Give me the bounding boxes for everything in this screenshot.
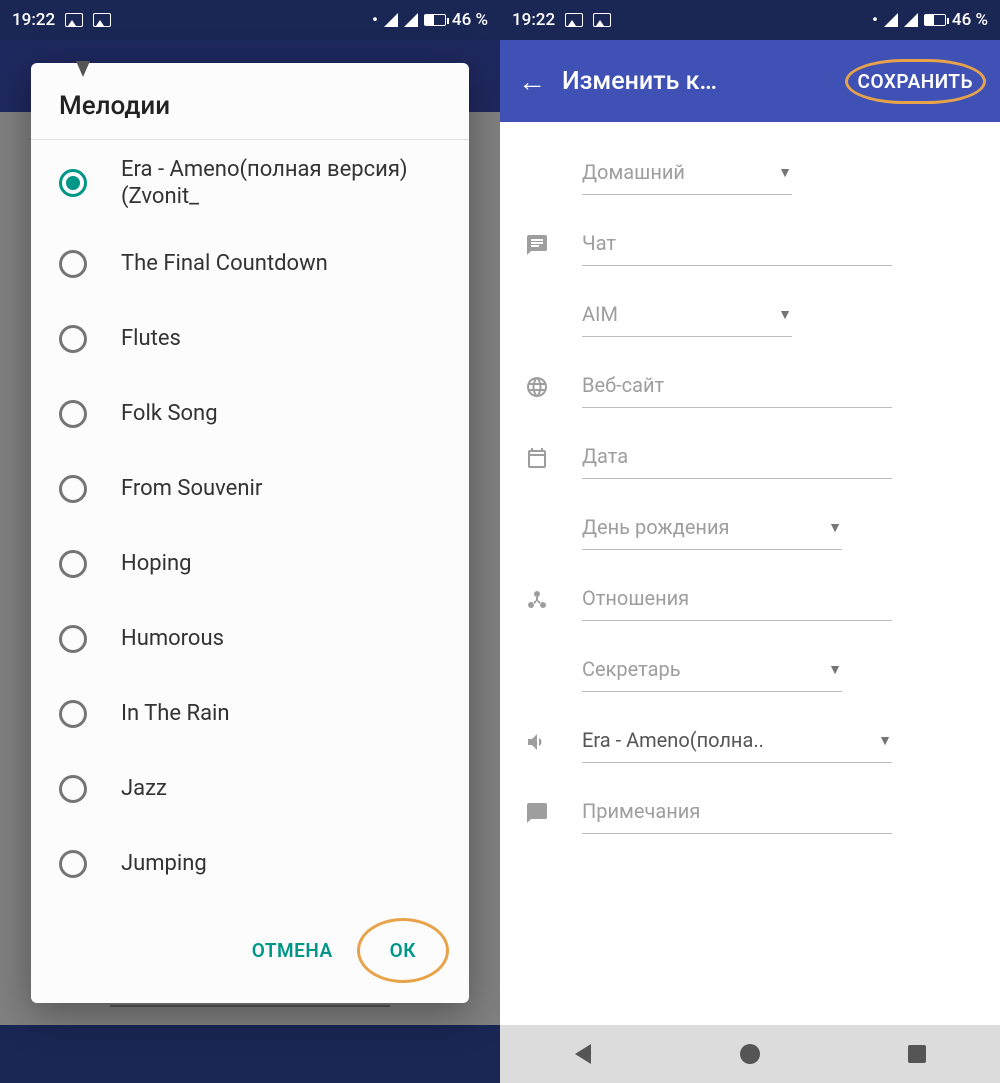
field-value: Era - Ameno(полна.. (582, 728, 764, 752)
notes-icon (520, 801, 554, 825)
field-placeholder: Отношения (582, 586, 689, 610)
ok-highlight: ОК (357, 918, 449, 983)
ringtone-label: Jumping (121, 850, 207, 878)
status-time: 19:22 (12, 10, 55, 30)
field-value: AIM (582, 302, 618, 326)
nav-home-button[interactable] (720, 1034, 780, 1074)
field-placeholder: Чат (582, 231, 616, 255)
edit-contact-form[interactable]: Домашний ▼ Чат AIM ▼ Веб-сайт (500, 122, 1000, 1025)
status-bar: 19:22 • 46 % (500, 0, 1000, 40)
radio-icon (59, 550, 87, 578)
ringtone-option[interactable]: In The Rain (31, 677, 469, 752)
signal-icon (884, 13, 898, 27)
back-arrow-icon[interactable]: ← (514, 65, 550, 98)
dialog-title: Мелодии (31, 63, 469, 140)
signal-icon (384, 13, 398, 27)
battery-icon (424, 14, 446, 26)
ringtone-label: From Souvenir (121, 475, 262, 503)
home-type-dropdown[interactable]: Домашний ▼ (582, 152, 792, 195)
ringtone-list[interactable]: Era - Ameno(полная версия) (Zvonit_ The F… (31, 140, 469, 902)
app-bar: ← Изменить к… СОХРАНИТЬ (500, 40, 1000, 122)
ringtone-option[interactable]: Jazz (31, 752, 469, 827)
ringtone-option[interactable]: Flutes (31, 302, 469, 377)
chevron-down-icon: ▼ (778, 306, 792, 323)
chat-type-dropdown[interactable]: AIM ▼ (582, 294, 792, 337)
speaker-icon (520, 730, 554, 754)
chevron-down-icon: ▼ (828, 519, 842, 536)
appbar-title: Изменить к… (562, 67, 833, 96)
battery-icon (924, 14, 946, 26)
radio-icon (59, 400, 87, 428)
ringtone-option[interactable]: From Souvenir (31, 452, 469, 527)
picture-icon (565, 13, 583, 27)
field-value: Секретарь (582, 657, 681, 681)
ringtone-option[interactable]: Folk Song (31, 377, 469, 452)
chat-icon (520, 233, 554, 257)
dialog-actions: ОТМЕНА ОК (31, 902, 469, 1003)
ringtone-label: Jazz (121, 775, 167, 803)
battery-percent: 46 % (952, 10, 988, 30)
ringtone-label: Era - Ameno(полная версия) (Zvonit_ (121, 156, 441, 211)
phone-left: 19:22 • 46 % Мелодии Era - Ameno(полная … (0, 0, 500, 1083)
ringtone-label: In The Rain (121, 700, 230, 728)
ringtone-label: Flutes (121, 325, 181, 353)
ringtone-label: Humorous (121, 625, 224, 653)
chevron-down-icon: ▼ (878, 732, 892, 749)
radio-icon (59, 700, 87, 728)
chat-field[interactable]: Чат (582, 223, 892, 266)
radio-icon (59, 625, 87, 653)
ringtone-label: The Final Countdown (121, 250, 328, 278)
radio-icon (59, 850, 87, 878)
radio-icon (59, 250, 87, 278)
save-highlight: СОХРАНИТЬ (845, 59, 986, 104)
ok-button[interactable]: ОК (374, 929, 432, 972)
field-value: Домашний (582, 160, 685, 184)
picture-icon (93, 13, 111, 27)
phone-right: 19:22 • 46 % ← Изменить к… СОХРАНИТЬ Дом… (500, 0, 1000, 1083)
date-type-dropdown[interactable]: День рождения ▼ (582, 507, 842, 550)
field-value: День рождения (582, 515, 729, 539)
radio-icon (59, 169, 87, 197)
dot-icon: • (372, 10, 378, 30)
ringtone-label: Hoping (121, 550, 191, 578)
ringtone-option[interactable]: Hoping (31, 527, 469, 602)
dot-icon: • (872, 10, 878, 30)
ringtone-option[interactable]: The Final Countdown (31, 227, 469, 302)
ringtone-option[interactable]: Humorous (31, 602, 469, 677)
notes-field[interactable]: Примечания (582, 791, 892, 834)
picture-icon (65, 13, 83, 27)
status-time: 19:22 (512, 10, 555, 30)
date-field[interactable]: Дата (582, 436, 892, 479)
website-field[interactable]: Веб-сайт (582, 365, 892, 408)
field-placeholder: Дата (582, 444, 628, 468)
radio-icon (59, 775, 87, 803)
chevron-down-icon: ▼ (778, 164, 792, 181)
ringtone-option[interactable]: Era - Ameno(полная версия) (Zvonit_ (31, 140, 469, 227)
globe-icon (520, 375, 554, 399)
dialog-overlay: Мелодии Era - Ameno(полная версия) (Zvon… (0, 40, 500, 1025)
ringtone-option[interactable]: Jumping (31, 827, 469, 902)
field-placeholder: Веб-сайт (582, 373, 664, 397)
status-bar: 19:22 • 46 % (0, 0, 500, 40)
navigation-bar (500, 1025, 1000, 1083)
save-button[interactable]: СОХРАНИТЬ (858, 70, 973, 93)
relation-field[interactable]: Отношения (582, 578, 892, 621)
signal-icon (404, 13, 418, 27)
relation-type-dropdown[interactable]: Секретарь ▼ (582, 649, 842, 692)
signal-icon (904, 13, 918, 27)
radio-icon (59, 325, 87, 353)
calendar-icon (520, 446, 554, 470)
ringtone-dropdown[interactable]: Era - Ameno(полна.. ▼ (582, 720, 892, 763)
nav-recent-button[interactable] (887, 1034, 947, 1074)
relation-icon (520, 588, 554, 612)
radio-icon (59, 475, 87, 503)
cancel-button[interactable]: ОТМЕНА (236, 918, 349, 983)
chevron-down-icon: ▼ (828, 661, 842, 678)
picture-icon (593, 13, 611, 27)
ringtone-label: Folk Song (121, 400, 218, 428)
ringtone-dialog: Мелодии Era - Ameno(полная версия) (Zvon… (31, 63, 469, 1003)
field-placeholder: Примечания (582, 799, 700, 823)
nav-back-button[interactable] (553, 1034, 613, 1074)
battery-percent: 46 % (452, 10, 488, 30)
